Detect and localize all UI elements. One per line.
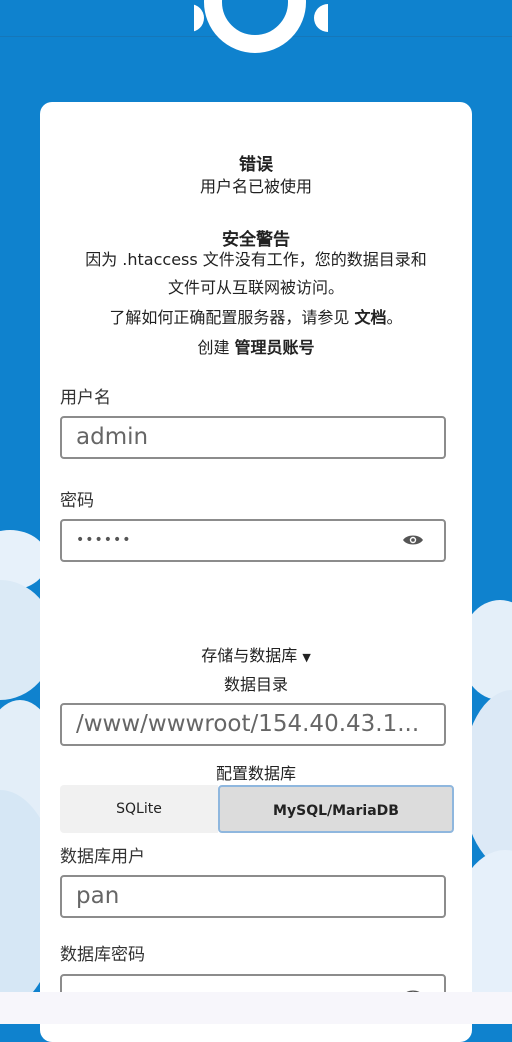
username-label: 用户名 [60, 388, 111, 408]
password-value: •••••• [76, 532, 132, 548]
caret-down-icon: ▼ [302, 651, 311, 664]
docs-link[interactable]: 文档 [355, 308, 387, 327]
eye-icon[interactable] [402, 533, 424, 547]
nextcloud-logo [154, 0, 368, 53]
datadir-label: 数据目录 [223, 675, 288, 694]
db-user-label: 数据库用户 [60, 847, 145, 867]
error-title: 错误 [239, 155, 273, 175]
db-option-mysql[interactable]: MySQL/MariaDB [218, 785, 454, 833]
setup-card: 错误 用户名已被使用 安全警告 因为 .htaccess 文件没有工作，您的数据… [40, 102, 472, 1042]
datadir-input[interactable]: /www/wwwroot/154.40.43.1... [60, 703, 446, 746]
security-warning-line1: 因为 .htaccess 文件没有工作，您的数据目录和 [85, 250, 427, 269]
docs-suffix: 。 [386, 308, 403, 327]
db-type-selector: SQLite MySQL/MariaDB [60, 785, 454, 833]
username-value: admin [76, 424, 149, 450]
error-message: 用户名已被使用 [199, 177, 312, 196]
db-user-value: pan [76, 883, 120, 909]
db-option-sqlite[interactable]: SQLite [60, 785, 218, 833]
create-admin-heading: 创建 管理员账号 [40, 334, 472, 358]
create-emphasis: 管理员账号 [234, 338, 315, 357]
username-input[interactable]: admin [60, 416, 446, 459]
security-docs-line: 了解如何正确配置服务器，请参见 文档。 [40, 304, 472, 328]
datadir-value: /www/wwwroot/154.40.43.1... [76, 711, 420, 737]
password-label: 密码 [60, 491, 94, 511]
create-prefix: 创建 [197, 338, 230, 357]
db-password-label: 数据库密码 [60, 945, 145, 965]
docs-prefix: 了解如何正确配置服务器，请参见 [109, 308, 350, 327]
password-input[interactable]: •••••• [60, 519, 446, 562]
db-config-label: 配置数据库 [215, 764, 296, 783]
storage-toggle-label: 存储与数据库 [201, 646, 298, 665]
storage-database-toggle[interactable]: 存储与数据库 ▼ [40, 642, 472, 666]
security-warning-line2: 文件可从互联网被访问。 [167, 278, 344, 297]
db-user-input[interactable]: pan [60, 875, 446, 918]
bottom-navigation-bar [0, 992, 512, 1024]
